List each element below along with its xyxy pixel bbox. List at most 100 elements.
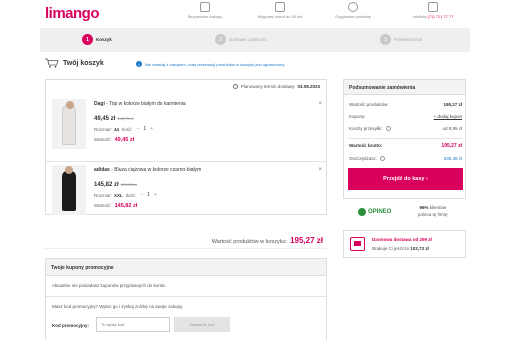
- step-delivery: 2 Dostawa i płatność: [215, 34, 267, 45]
- summary-label: Koszty przesyłki:: [349, 126, 383, 131]
- usp-label: Infolinia: [412, 14, 427, 19]
- opineo-badge[interactable]: OPINEO 96% klientów poleca tę firmę: [358, 203, 468, 225]
- summary-gross-row: Wartość brutto: 195,27 zł: [349, 143, 462, 149]
- price-value: 145,82 zł: [94, 182, 119, 188]
- summary-title: Podsumowanie zamówienia: [344, 80, 465, 95]
- opineo-logo: OPINEO: [358, 208, 391, 216]
- add-coupon-link[interactable]: + dodaj kupon: [434, 114, 462, 119]
- reservation-note: i Nie zwlekaj z zakupem, czas rezerwacji…: [136, 61, 285, 67]
- usp-hotline: Infolinia (71) 721 77 77: [398, 2, 468, 19]
- badge-icon: [348, 2, 358, 12]
- divider: [46, 296, 326, 297]
- hotline-phone[interactable]: (71) 721 77 77: [427, 14, 453, 19]
- coupon-prompt: Masz kod promocyjny? Wpisz go i zyskaj z…: [52, 304, 184, 309]
- usp-original: Oryginalne produkty: [318, 2, 388, 19]
- product-image[interactable]: [52, 165, 86, 215]
- item-total: Wartość: 49,45 zł: [94, 137, 134, 143]
- step-number: 1: [82, 34, 93, 45]
- top-bar: limango Bezpieczne zakupy Wygodny zwrot …: [0, 0, 510, 28]
- delivery-date-value: 03.08.2023: [297, 84, 320, 89]
- size-value: XXL: [114, 192, 123, 198]
- checkout-button[interactable]: Przejdź do kasy ›: [348, 168, 463, 190]
- cart-total-text: Wartość produktów w koszyku: 195,27 zł: [212, 236, 323, 245]
- product-brand: Dagi: [94, 101, 105, 107]
- free-shipping-box: Darmowa dostawa od 299 zł Brakuje Ci jes…: [343, 230, 466, 258]
- product-name[interactable]: adidas - Bluza ciążowa w kolorze czarno-…: [94, 167, 201, 173]
- qty-value[interactable]: 1: [143, 126, 146, 132]
- size-qty-row: Rozmiar: 44 Ilość: – 1 +: [94, 126, 157, 132]
- opineo-line1: klientów: [429, 205, 447, 210]
- step-label: Dostawa i płatność: [229, 37, 267, 42]
- old-price: 299,00 zł: [120, 182, 137, 187]
- old-price: 149,75 zł: [117, 116, 134, 121]
- no-coupons-text: Aktualnie nie posiadasz kuponów przypisa…: [52, 283, 166, 288]
- size-value: 44: [114, 126, 120, 132]
- cart-total-value: 195,27 zł: [290, 236, 323, 245]
- qty-decrease-button[interactable]: –: [140, 192, 143, 198]
- divider: [349, 138, 462, 139]
- page-title: Twój koszyk: [63, 59, 104, 67]
- cart-total: Wartość produktów w koszyku: 195,27 zł: [45, 229, 327, 249]
- opineo-text: 96% klientów poleca tę firmę: [418, 204, 448, 218]
- phone-icon: [428, 2, 438, 12]
- summary-shipping-row: Koszty przesyłki: od 8,95 zł: [349, 126, 462, 132]
- remove-item-icon[interactable]: ×: [318, 167, 322, 173]
- help-icon[interactable]: [380, 156, 386, 162]
- step-label: Koszyk: [96, 37, 112, 42]
- summary-coupons-row: Kupony: + dodaj kupon: [349, 114, 462, 119]
- delivery-date: Planowany termin dostawy: 03.08.2023: [232, 84, 320, 89]
- order-summary: Podsumowanie zamówienia Wartość produktó…: [343, 79, 466, 199]
- remaining-label: Brakuje Ci jeszcze: [372, 246, 410, 251]
- summary-value: 195,27 zł: [443, 102, 462, 107]
- product-title: - Top w kolorze białym do karmienia: [106, 101, 186, 107]
- step-label: Potwierdzenie: [394, 37, 423, 42]
- total-label: Wartość:: [94, 203, 112, 208]
- qty-label: Ilość:: [122, 126, 133, 132]
- product-brand: adidas: [94, 167, 110, 173]
- step-number: 2: [215, 34, 226, 45]
- qty-increase-button[interactable]: +: [154, 192, 157, 198]
- limango-logo[interactable]: limango: [45, 5, 100, 22]
- usp-label: Wygodny zwrot do 30 dni: [257, 14, 303, 19]
- qty-increase-button[interactable]: +: [150, 126, 153, 132]
- cart-total-label: Wartość produktów w koszyku:: [211, 239, 288, 245]
- remove-item-icon[interactable]: ×: [318, 101, 322, 107]
- coupon-code-label: Kod promocyjny:: [52, 323, 90, 328]
- step-number: 3: [380, 34, 391, 45]
- coupons-panel: Twoje kupony promocyjne Aktualnie nie po…: [45, 258, 327, 340]
- cart-heading: Twój koszyk: [45, 58, 104, 68]
- cart-icon: [45, 58, 59, 68]
- delivery-label: Planowany termin dostawy:: [240, 84, 296, 89]
- summary-value: 236,45 zł: [443, 156, 462, 161]
- usp-secure: Bezpieczne zakupy: [170, 2, 240, 19]
- summary-label: Kupony:: [349, 114, 366, 119]
- size-label: Rozmiar:: [94, 192, 113, 198]
- help-icon[interactable]: [385, 126, 391, 132]
- product-image[interactable]: [52, 99, 86, 149]
- product-name[interactable]: Dagi - Top w kolorze białym do karmienia: [94, 101, 186, 107]
- opineo-logo-text: OPINEO: [368, 209, 392, 215]
- reservation-note-text: Nie zwlekaj z zakupem, czas rezerwacji p…: [145, 61, 286, 67]
- size-label: Rozmiar:: [94, 126, 113, 132]
- free-shipping-remaining: Brakuje Ci jeszcze 103,73 zł: [372, 246, 429, 251]
- qty-value[interactable]: 1: [147, 192, 150, 198]
- step-cart: 1 Koszyk: [82, 34, 112, 45]
- total-value: 145,82 zł: [114, 203, 138, 209]
- summary-products-row: Wartość produktów: 195,27 zł: [349, 102, 462, 107]
- coupons-title: Twoje kupony promocyjne: [46, 259, 326, 276]
- opineo-percent: 96%: [419, 205, 429, 210]
- item-total: Wartość: 145,82 zł: [94, 203, 137, 209]
- usp-returns: Wygodny zwrot do 30 dni: [245, 2, 315, 19]
- checkout-steps: 1 Koszyk 2 Dostawa i płatność 3 Potwierd…: [40, 28, 470, 52]
- qty-decrease-button[interactable]: –: [137, 126, 140, 132]
- usp-label: Bezpieczne zakupy: [187, 14, 223, 19]
- summary-label: Oszczędzasz:: [349, 156, 378, 161]
- step-confirmation: 3 Potwierdzenie: [380, 34, 422, 45]
- return-box-icon: [275, 2, 285, 12]
- summary-value: od 8,95 zł: [442, 126, 462, 131]
- coupon-code-input[interactable]: [96, 317, 170, 332]
- apply-coupon-button[interactable]: Zatwierdź kod: [174, 317, 230, 332]
- remaining-value: 103,73 zł: [410, 246, 429, 251]
- product-price: 49,45 zł 149,75 zł: [94, 116, 134, 122]
- cart-items-panel: Planowany termin dostawy: 03.08.2023 Dag…: [45, 79, 327, 215]
